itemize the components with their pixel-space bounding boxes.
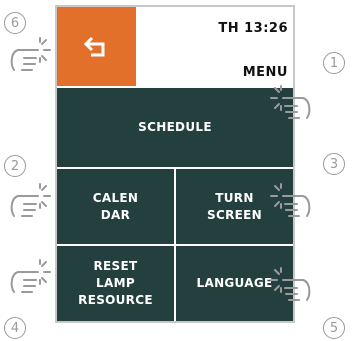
- tap-gesture-icon: [270, 85, 311, 119]
- turn-screen-label: TURN SCREEN: [207, 190, 262, 222]
- tap-gesture-icon: [270, 183, 311, 217]
- step-marker: 2: [4, 155, 26, 177]
- back-arrow-icon: [83, 36, 104, 56]
- calendar-label: CALEN DAR: [92, 190, 139, 222]
- device-screen: TH 13:26 MENU SCHEDULE CALEN DAR TURN SC…: [55, 5, 295, 323]
- step-marker: 5: [323, 317, 345, 339]
- reset-lamp-resource-label: RESET LAMP RESOURCE: [78, 259, 153, 307]
- menu-title: MENU: [242, 65, 288, 80]
- calendar-button[interactable]: CALEN DAR: [57, 169, 174, 244]
- tap-gesture-icon: [270, 267, 311, 301]
- step-marker: 4: [4, 317, 26, 339]
- step-marker: 3: [323, 153, 345, 175]
- schedule-label: SCHEDULE: [138, 120, 212, 134]
- tap-gesture-icon: [10, 259, 51, 293]
- step-marker: 6: [4, 12, 26, 34]
- back-button[interactable]: [57, 7, 136, 86]
- tap-gesture-icon: [10, 37, 51, 71]
- reset-lamp-resource-button[interactable]: RESET LAMP RESOURCE: [57, 246, 174, 321]
- step-marker: 1: [323, 52, 345, 74]
- schedule-button[interactable]: SCHEDULE: [57, 88, 293, 167]
- language-label: LANGUAGE: [196, 276, 273, 290]
- clock-display: TH 13:26: [218, 21, 288, 36]
- tap-gesture-icon: [10, 183, 51, 217]
